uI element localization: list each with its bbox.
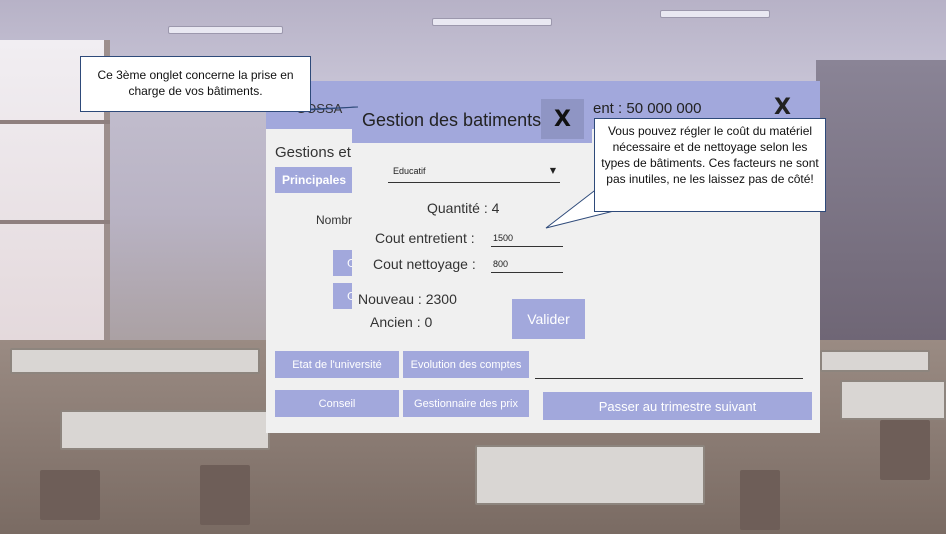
cout-entretien-input[interactable] [491, 229, 563, 247]
gestionnaire-prix-button[interactable]: Gestionnaire des prix [403, 390, 529, 417]
nouveau-label: Nouveau : 2300 [358, 291, 457, 307]
ceiling-light [660, 10, 770, 18]
conseil-button[interactable]: Conseil [275, 390, 399, 417]
cout-nettoyage-input[interactable] [491, 255, 563, 273]
quantite-label: Quantité : 4 [427, 200, 500, 216]
building-type-select[interactable]: Educatif ▼ [388, 161, 560, 183]
left-callout-text: Ce 3ème onglet concerne la prise en char… [97, 68, 294, 98]
cout-nettoyage-label: Cout nettoyage : [373, 256, 476, 272]
tab-principales[interactable]: Principales [275, 167, 357, 193]
evolution-comptes-button[interactable]: Evolution des comptes [403, 351, 529, 378]
classroom-wall [816, 60, 946, 360]
window-frame [0, 120, 110, 124]
buildings-modal: Gestion des batiments X Educatif ▼ Quant… [352, 97, 592, 345]
left-tutorial-callout: Ce 3ème onglet concerne la prise en char… [80, 56, 311, 112]
building-type-value: Educatif [393, 166, 426, 176]
modal-header: Gestion des batiments X [352, 97, 592, 143]
classroom-desk [10, 348, 260, 374]
right-callout-text: Vous pouvez régler le coût du matériel n… [601, 124, 819, 186]
app-close-button[interactable]: X [774, 95, 791, 120]
modal-title: Gestion des batiments [362, 110, 542, 130]
classroom-chair [740, 470, 780, 530]
classroom-desk [820, 350, 930, 372]
classroom-chair [200, 465, 250, 525]
right-tutorial-callout: Vous pouvez régler le coût du matériel n… [594, 118, 826, 212]
divider [535, 378, 803, 379]
ceiling-light [432, 18, 552, 26]
window-frame [0, 220, 110, 224]
classroom-chair [880, 420, 930, 480]
classroom-chair [40, 470, 100, 520]
classroom-desk [60, 410, 270, 450]
dropdown-arrow-icon: ▼ [549, 166, 556, 175]
etat-universite-button[interactable]: Etat de l'université [275, 351, 399, 378]
classroom-desk [475, 445, 705, 505]
cout-entretien-label: Cout entretient : [375, 230, 475, 246]
ancien-label: Ancien : 0 [370, 314, 433, 330]
ceiling-light [168, 26, 283, 34]
classroom-desk [840, 380, 946, 420]
modal-close-button[interactable]: X [541, 99, 584, 139]
section-title: Gestions et c [275, 144, 363, 161]
money-readout: ent : 50 000 000 [593, 100, 702, 117]
passer-trimestre-button[interactable]: Passer au trimestre suivant [543, 392, 812, 420]
valider-button[interactable]: Valider [512, 299, 585, 339]
